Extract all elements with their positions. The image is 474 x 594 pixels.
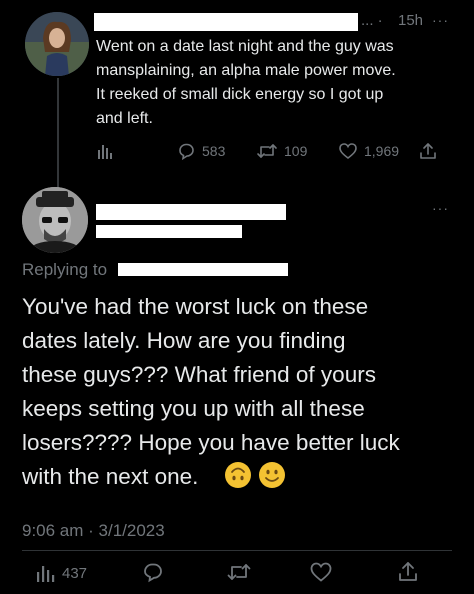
reply-count: 583: [202, 143, 226, 159]
tweet-text-line: these guys??? What friend of yours: [22, 362, 376, 387]
reply-icon[interactable]: [141, 560, 165, 584]
tweet-text-line: dates lately. How are you finding: [22, 328, 346, 353]
share-icon[interactable]: [397, 559, 419, 583]
tweet-text-1: Went on a date last night and the guy wa…: [96, 35, 466, 131]
retweet-button[interactable]: 109: [256, 141, 307, 161]
retweet-icon[interactable]: [226, 560, 252, 584]
view-count: 437: [62, 564, 88, 582]
avatar-author-2[interactable]: [22, 187, 88, 253]
analytics-icon[interactable]: [96, 142, 114, 160]
tweet-text-line: You've had the worst luck on these: [22, 294, 369, 319]
redacted-display-name-2: [96, 204, 286, 220]
replying-to-label: Replying to: [22, 260, 108, 279]
tweet-separator: ... ·: [361, 12, 383, 29]
retweet-icon: [256, 141, 278, 161]
tweet-timestamp[interactable]: 9:06 am · 3/1/2023: [22, 521, 165, 541]
avatar-author-1[interactable]: [25, 12, 89, 76]
like-count: 1,969: [364, 143, 400, 159]
redacted-display-name-1: [94, 13, 358, 31]
tweet-text-line-last: with the next one.: [22, 460, 462, 494]
tweet-text-line: It reeked of small dick energy so I got …: [96, 86, 384, 103]
slightly-smiling-face-emoji: [259, 462, 286, 488]
reply-tweet-text: You've had the worst luck on these dates…: [22, 290, 462, 494]
redacted-username-2: [96, 225, 242, 238]
tweet-text-line: mansplaining, an alpha male power move.: [96, 62, 396, 79]
reply-button[interactable]: 583: [176, 141, 225, 161]
redacted-reply-handle[interactable]: [118, 263, 288, 276]
retweet-count: 109: [284, 143, 308, 159]
share-icon[interactable]: [419, 141, 437, 161]
divider: [22, 550, 452, 551]
more-options-icon-2[interactable]: ···: [432, 200, 449, 216]
analytics-icon: [34, 562, 56, 584]
tweet-text-line: and left.: [96, 110, 153, 127]
thread-connector: [57, 78, 59, 188]
tweet-text-line: losers???? Hope you have better luck: [22, 430, 400, 455]
views-button[interactable]: 437: [34, 562, 87, 584]
more-options-icon[interactable]: ···: [432, 12, 449, 28]
heart-icon[interactable]: [309, 560, 333, 584]
like-button[interactable]: 1,969: [338, 141, 399, 161]
upside-down-face-emoji: [224, 462, 251, 488]
tweet-text-line: keeps setting you up with all these: [22, 396, 365, 421]
heart-icon: [338, 141, 358, 161]
reply-icon: [176, 141, 196, 161]
tweet-text-line: with the next one.: [22, 464, 199, 489]
tweet-time[interactable]: 15h: [398, 12, 423, 29]
tweet-text-line: Went on a date last night and the guy wa…: [96, 38, 394, 55]
